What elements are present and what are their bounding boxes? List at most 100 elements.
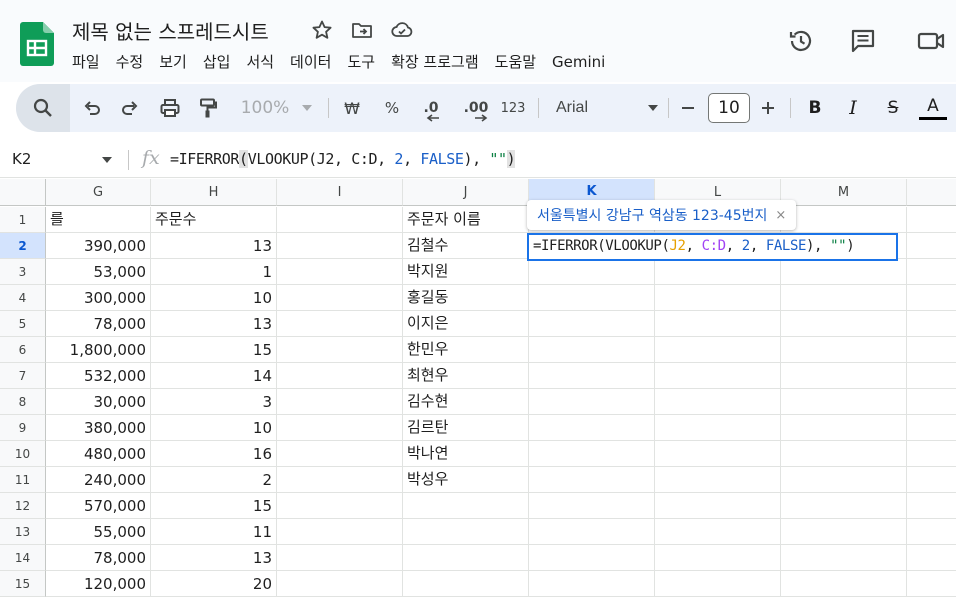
menu-data[interactable]: 데이터 — [290, 50, 339, 74]
cell-h15[interactable]: 20 — [151, 571, 277, 597]
cell[interactable] — [781, 545, 907, 571]
cell[interactable] — [907, 207, 956, 233]
cell[interactable] — [277, 519, 403, 545]
cell-g1[interactable]: 를 — [46, 207, 151, 233]
move-folder-icon[interactable] — [350, 18, 374, 42]
cell[interactable] — [655, 441, 781, 467]
cell[interactable] — [655, 545, 781, 571]
cell[interactable] — [277, 467, 403, 493]
cell-g6[interactable]: 1,800,000 — [46, 337, 151, 363]
document-title[interactable]: 제목 없는 스프레드시트 — [72, 16, 269, 45]
column-header-n[interactable] — [907, 179, 956, 206]
cell[interactable] — [781, 337, 907, 363]
cell-g15[interactable]: 120,000 — [46, 571, 151, 597]
cell[interactable] — [655, 363, 781, 389]
cell[interactable] — [277, 493, 403, 519]
cell[interactable] — [277, 207, 403, 233]
cell-g7[interactable]: 532,000 — [46, 363, 151, 389]
row-header[interactable]: 7 — [0, 363, 46, 389]
cell[interactable] — [277, 285, 403, 311]
cell[interactable] — [277, 233, 403, 259]
cell[interactable] — [529, 311, 655, 337]
cell-j1[interactable]: 주문자 이름 — [403, 207, 529, 233]
cell[interactable] — [529, 259, 655, 285]
comments-icon[interactable] — [848, 26, 878, 56]
cell-g5[interactable]: 78,000 — [46, 311, 151, 337]
cell[interactable] — [403, 493, 529, 519]
cell-j2[interactable]: 김철수 — [403, 233, 529, 259]
row-header[interactable]: 8 — [0, 389, 46, 415]
cell[interactable] — [403, 519, 529, 545]
text-color-button[interactable]: A — [918, 84, 948, 132]
star-icon[interactable] — [310, 18, 334, 42]
row-header[interactable]: 11 — [0, 467, 46, 493]
paint-format-button[interactable] — [194, 84, 222, 132]
row-header[interactable]: 5 — [0, 311, 46, 337]
active-cell-editor[interactable]: =IFERROR(VLOOKUP(J2, C:D, 2, FALSE), "") — [527, 233, 898, 261]
cell-j5[interactable]: 이지은 — [403, 311, 529, 337]
cell-h14[interactable]: 13 — [151, 545, 277, 571]
cell[interactable] — [403, 571, 529, 597]
cell-j11[interactable]: 박성우 — [403, 467, 529, 493]
cell[interactable] — [655, 337, 781, 363]
cell-g13[interactable]: 55,000 — [46, 519, 151, 545]
cell[interactable] — [529, 337, 655, 363]
cell[interactable] — [655, 259, 781, 285]
close-icon[interactable]: × — [775, 208, 786, 223]
cell[interactable] — [907, 467, 956, 493]
cell[interactable] — [907, 415, 956, 441]
cell[interactable] — [403, 545, 529, 571]
cell-h6[interactable]: 15 — [151, 337, 277, 363]
menu-help[interactable]: 도움말 — [495, 50, 544, 74]
cell[interactable] — [277, 363, 403, 389]
cell-j10[interactable]: 박나연 — [403, 441, 529, 467]
cell[interactable] — [529, 545, 655, 571]
cell[interactable] — [529, 571, 655, 597]
cell[interactable] — [529, 519, 655, 545]
cell-g2[interactable]: 390,000 — [46, 233, 151, 259]
column-header-j[interactable]: J — [403, 179, 529, 206]
cell[interactable] — [781, 285, 907, 311]
column-header-h[interactable]: H — [151, 179, 277, 206]
cell-g12[interactable]: 570,000 — [46, 493, 151, 519]
sheets-logo-icon[interactable] — [20, 22, 54, 66]
cell[interactable] — [781, 467, 907, 493]
cell[interactable] — [529, 389, 655, 415]
cell[interactable] — [277, 311, 403, 337]
cell-g10[interactable]: 480,000 — [46, 441, 151, 467]
cell[interactable] — [655, 389, 781, 415]
menu-gemini[interactable]: Gemini — [552, 50, 613, 74]
row-header[interactable]: 10 — [0, 441, 46, 467]
print-button[interactable] — [156, 84, 184, 132]
cell[interactable] — [655, 285, 781, 311]
cell[interactable] — [907, 493, 956, 519]
zoom-select[interactable]: 100% — [238, 84, 292, 132]
cell[interactable] — [907, 519, 956, 545]
cell[interactable] — [781, 493, 907, 519]
cell[interactable] — [907, 441, 956, 467]
row-header[interactable]: 2 — [0, 233, 46, 259]
cell[interactable] — [781, 571, 907, 597]
cell-g3[interactable]: 53,000 — [46, 259, 151, 285]
cell[interactable] — [277, 545, 403, 571]
increase-decimal-button[interactable]: .00 — [456, 84, 496, 132]
cell[interactable] — [529, 493, 655, 519]
cell[interactable] — [655, 311, 781, 337]
cell[interactable] — [781, 311, 907, 337]
cell[interactable] — [781, 389, 907, 415]
font-size-input[interactable]: 10 — [708, 93, 750, 123]
cell[interactable] — [907, 389, 956, 415]
row-header[interactable]: 14 — [0, 545, 46, 571]
cell-h7[interactable]: 14 — [151, 363, 277, 389]
cell-h2[interactable]: 13 — [151, 233, 277, 259]
meet-video-icon[interactable] — [916, 26, 946, 56]
cell[interactable] — [781, 363, 907, 389]
menu-format[interactable]: 서식 — [246, 50, 282, 74]
number-format-button[interactable]: 123 — [498, 84, 528, 132]
column-header-m[interactable]: M — [781, 179, 907, 206]
cell[interactable] — [781, 207, 907, 233]
version-history-icon[interactable] — [786, 26, 816, 56]
row-header[interactable]: 6 — [0, 337, 46, 363]
row-header[interactable]: 9 — [0, 415, 46, 441]
decrease-decimal-button[interactable]: .0 — [414, 84, 448, 132]
